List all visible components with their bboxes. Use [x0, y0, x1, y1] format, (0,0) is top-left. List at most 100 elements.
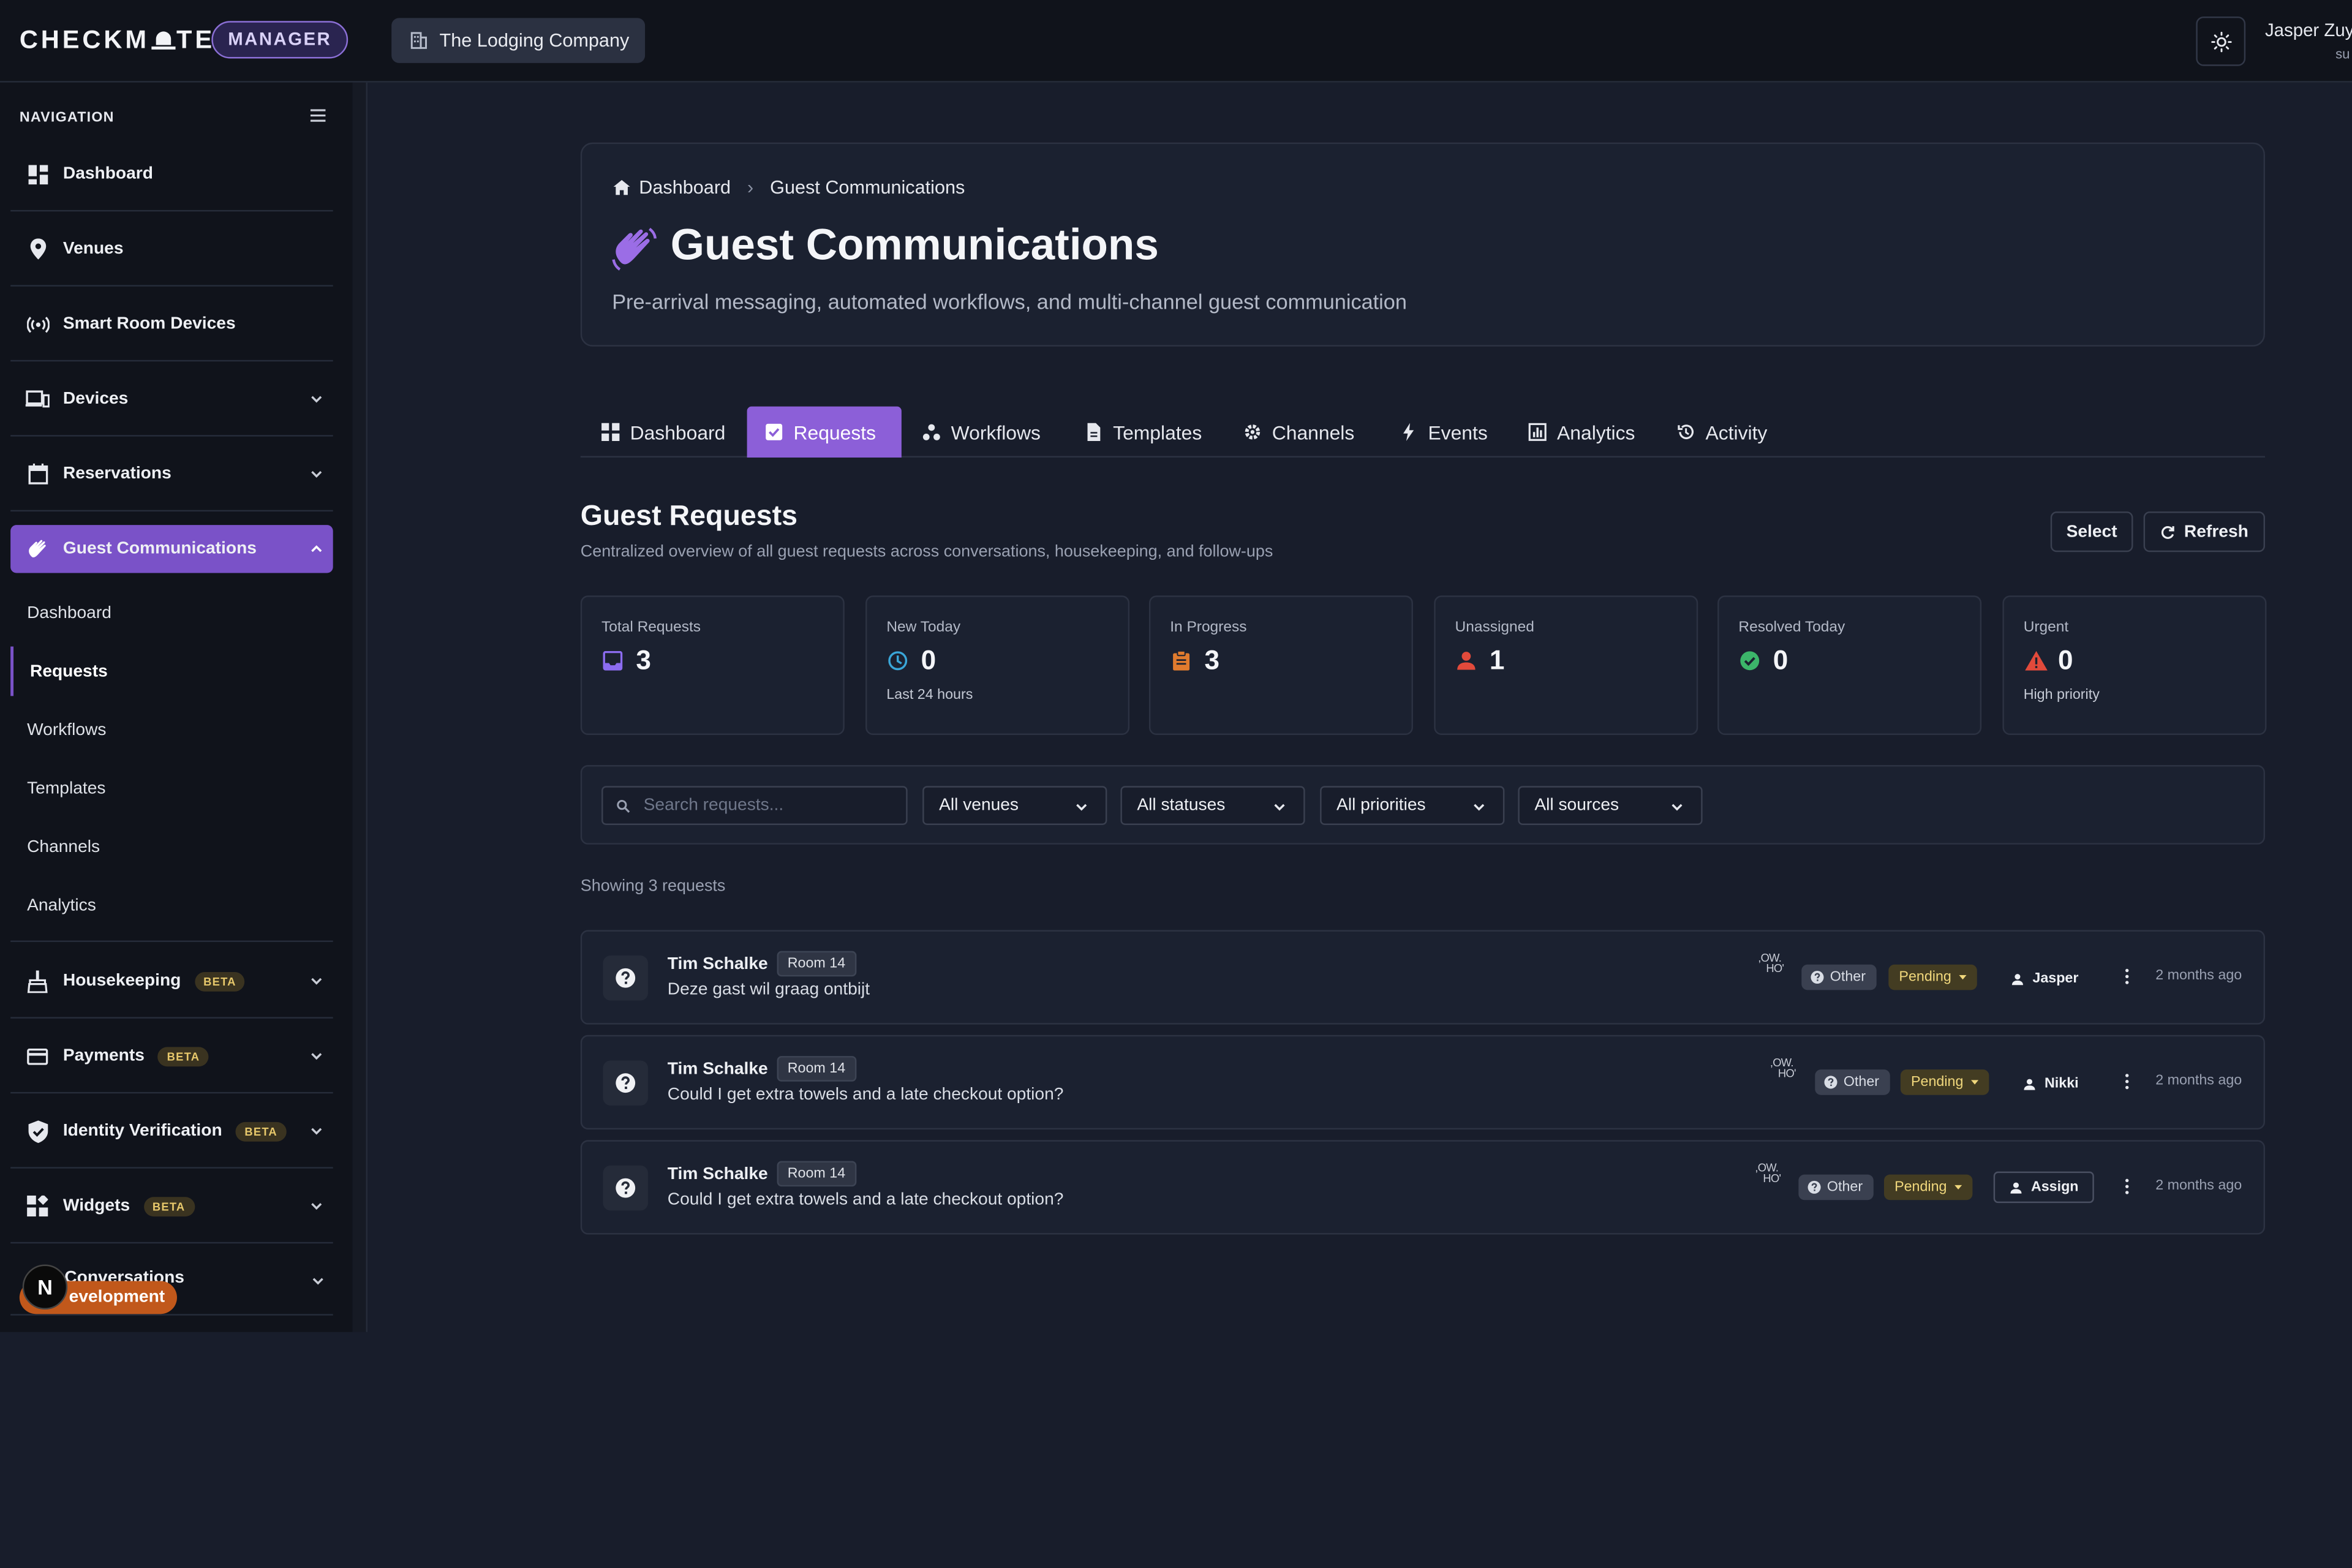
more-options-icon[interactable] [2124, 968, 2130, 986]
status-dropdown[interactable]: Pending [1883, 1174, 1973, 1200]
sidebar-item-label: Guest Communications [62, 540, 257, 559]
status-dropdown[interactable]: Pending [1888, 964, 1977, 990]
stat-label: In Progress [1170, 619, 1247, 636]
stat-card-resolved-today: Resolved Today 0 [1717, 595, 1982, 736]
home-icon [613, 179, 630, 195]
assign-button[interactable]: Assign [1993, 1171, 2094, 1204]
devices-icon [25, 387, 50, 411]
check-circle-icon [1740, 651, 1760, 671]
request-row[interactable]: Tim Schalke Room 14 Deze gast wil graag … [580, 930, 2265, 1025]
status-dropdown[interactable]: Pending [1900, 1069, 1989, 1095]
stat-card-new-today: New Today 0 Last 24 hours [865, 595, 1130, 736]
sidebar-item-label: Housekeeping [62, 971, 181, 990]
sidebar-item-housekeeping[interactable]: Housekeeping BETA [10, 945, 333, 1019]
stat-card-total-requests: Total Requests 3 [580, 595, 845, 736]
sidebar-item-widgets[interactable]: Widgets BETA [10, 1170, 333, 1244]
sidebar-item-smart-room-devices[interactable]: Smart Room Devices [10, 288, 333, 362]
tab-requests[interactable]: Requests [747, 406, 902, 458]
task-check-icon [766, 423, 783, 440]
analytics-icon [1528, 423, 1547, 441]
tab-channels[interactable]: Channels [1226, 407, 1373, 458]
broadcast-icon [26, 312, 50, 336]
sidebar-item-label: Dashboard [62, 165, 153, 183]
room-badge: Room 14 [777, 951, 856, 977]
assignee-button[interactable]: Jasper [2002, 965, 2087, 993]
sidebar-item-devices[interactable]: Devices [10, 363, 333, 437]
stat-card-urgent: Urgent 0 High priority [2002, 595, 2267, 736]
company-switcher[interactable]: The Lodging Company [391, 18, 646, 63]
tab-events[interactable]: Events [1382, 407, 1506, 458]
menu-icon[interactable] [309, 108, 326, 123]
chevron-down-icon [1076, 804, 1087, 811]
request-row[interactable]: Tim Schalke Room 14 Could I get extra to… [580, 1140, 2265, 1235]
sidebar-sub-item-workflows[interactable]: Workflows [10, 705, 333, 755]
sidebar-item-label: Widgets [62, 1197, 130, 1215]
person-icon [2010, 1182, 2022, 1193]
venue-select[interactable]: All venues [922, 786, 1107, 825]
sidebar-scrollbar[interactable] [352, 82, 368, 1332]
refresh-button[interactable]: Refresh [2143, 511, 2265, 552]
tab-workflows[interactable]: Workflows [905, 407, 1059, 458]
stat-card-in-progress: In Progress 3 [1148, 595, 1413, 736]
room-badge: Room 14 [777, 1056, 856, 1082]
sidebar-item-label: Payments [62, 1047, 145, 1065]
source-logo: ,OW. HO' [1770, 1056, 1796, 1080]
filters-bar: All venues All statuses All priorities A… [580, 764, 2265, 845]
request-row[interactable]: Tim Schalke Room 14 Could I get extra to… [580, 1035, 2265, 1130]
stat-value: 0 [921, 645, 937, 676]
sidebar-sub-item-requests[interactable]: Requests [10, 646, 333, 696]
stat-label: Unassigned [1455, 619, 1534, 636]
stat-value: 0 [2058, 645, 2073, 676]
select-button[interactable]: Select [2050, 511, 2133, 552]
theme-toggle-button[interactable] [2196, 16, 2246, 66]
nextjs-devtools-button[interactable]: N [22, 1264, 68, 1310]
calendar-icon [26, 462, 50, 486]
stat-note: Last 24 hours [886, 687, 973, 704]
caret-down-icon [1970, 1079, 1978, 1084]
assign-label: Assign [2030, 1178, 2079, 1196]
sidebar-item-venues[interactable]: Venues [10, 213, 333, 287]
beta-badge: BETA [194, 971, 246, 991]
user-name[interactable]: Jasper Zuy [2265, 20, 2352, 40]
breadcrumb-home-link[interactable]: Dashboard [639, 177, 731, 198]
sidebar-item-reservations[interactable]: Reservations [10, 438, 333, 512]
question-icon [1807, 1180, 1821, 1194]
page-title: Guest Communications [670, 222, 1159, 270]
search-field[interactable] [601, 786, 908, 825]
warning-icon [2025, 650, 2048, 671]
search-input[interactable] [643, 796, 899, 815]
caret-down-icon [1954, 1184, 1962, 1189]
sidebar-sub-item-analytics[interactable]: Analytics [10, 881, 333, 930]
sidebar-sub-item-dashboard[interactable]: Dashboard [10, 588, 333, 638]
tab-activity[interactable]: Activity [1659, 407, 1785, 458]
more-options-icon[interactable] [2124, 1177, 2130, 1195]
sidebar-item-payments[interactable]: Payments BETA [10, 1020, 333, 1094]
sidebar-item-dashboard[interactable]: Dashboard [10, 138, 333, 212]
priority-select[interactable]: All priorities [1320, 786, 1505, 825]
status-select[interactable]: All statuses [1120, 786, 1305, 825]
question-icon [603, 1060, 648, 1106]
tab-dashboard[interactable]: Dashboard [584, 407, 744, 458]
category-label: Other [1843, 1074, 1880, 1091]
sidebar-item-guest-communications[interactable]: Guest Communications [10, 525, 333, 573]
tab-templates[interactable]: Templates [1066, 407, 1219, 458]
brand-logo[interactable]: CHECKM TE [20, 26, 215, 56]
history-icon [1678, 424, 1694, 440]
assignee-button[interactable]: Nikki [2015, 1069, 2087, 1098]
source-select[interactable]: All sources [1518, 786, 1703, 825]
sidebar-sub-item-templates[interactable]: Templates [10, 764, 333, 813]
user-role: su [2335, 46, 2350, 62]
beta-badge: BETA [143, 1196, 195, 1216]
sidebar-sub-item-channels[interactable]: Channels [10, 822, 333, 872]
more-options-icon[interactable] [2124, 1072, 2130, 1090]
status-label: Pending [1899, 969, 1951, 986]
beta-badge: BETA [235, 1121, 287, 1141]
chevron-down-icon [311, 396, 322, 403]
request-time: 2 months ago [2155, 1177, 2242, 1194]
bell-hat-icon [151, 30, 175, 51]
sidebar-item-label: Reservations [62, 465, 172, 483]
sidebar-item-identity-verification[interactable]: Identity Verification BETA [10, 1095, 333, 1169]
gear-icon [1245, 424, 1261, 440]
tab-analytics[interactable]: Analytics [1510, 407, 1653, 458]
select-value: All venues [939, 796, 1019, 815]
